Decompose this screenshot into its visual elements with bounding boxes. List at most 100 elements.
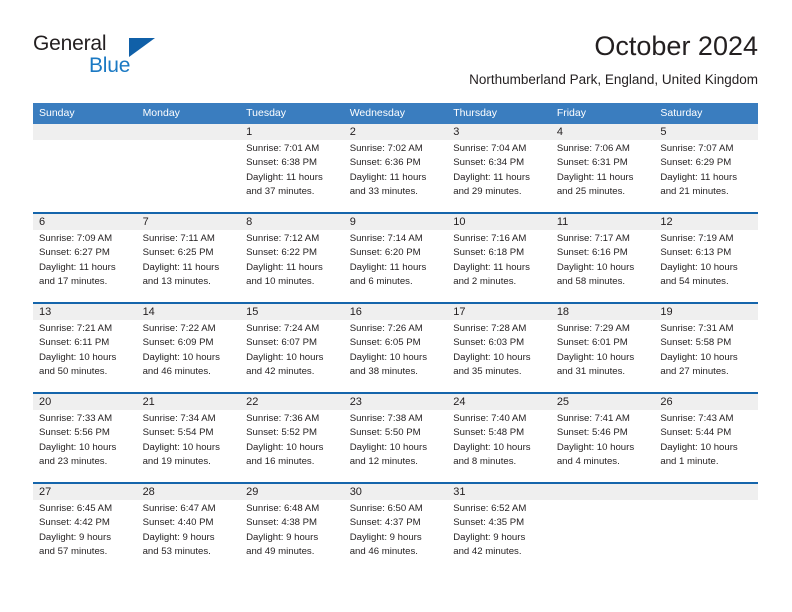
- day-cell-details[interactable]: Sunrise: 7:19 AM Sunset: 6:13 PM Daylight:…: [654, 230, 758, 302]
- day-detail-line: Sunrise: 6:50 AM: [349, 503, 423, 514]
- day-detail-line: Sunrise: 7:22 AM: [142, 323, 216, 334]
- day-number[interactable]: 7: [137, 214, 241, 230]
- day-cell-details[interactable]: Sunrise: 7:21 AM Sunset: 6:11 PM Daylight:…: [33, 320, 137, 392]
- day-cell-details[interactable]: Sunrise: 7:11 AM Sunset: 6:25 PM Daylight:…: [137, 230, 241, 302]
- day-detail-line: and 4 minutes.: [556, 456, 620, 468]
- day-cell-details[interactable]: Sunrise: 7:29 AM Sunset: 6:01 PM Daylight:…: [551, 320, 655, 392]
- day-number[interactable]: 8: [240, 214, 344, 230]
- day-number[interactable]: 25: [551, 394, 655, 410]
- day-number[interactable]: 24: [447, 394, 551, 410]
- day-number[interactable]: 26: [654, 394, 758, 410]
- day-cell-details[interactable]: Sunrise: 7:02 AM Sunset: 6:36 PM Daylight:…: [344, 140, 448, 212]
- day-number[interactable]: 17: [447, 304, 551, 320]
- day-cell-details[interactable]: Sunrise: 7:16 AM Sunset: 6:18 PM Daylight:…: [447, 230, 551, 302]
- day-number[interactable]: 19: [654, 304, 758, 320]
- day-number[interactable]: 10: [447, 214, 551, 230]
- day-cell-details[interactable]: Sunrise: 7:17 AM Sunset: 6:16 PM Daylight:…: [551, 230, 655, 302]
- calendar-week-row: 27 28 29 30 31 Sunrise: 6:45 AM Sunset: 4:42 P…: [33, 482, 758, 572]
- day-cell-details[interactable]: Sunrise: 7:04 AM Sunset: 6:34 PM Daylight:…: [447, 140, 551, 212]
- day-detail-line: Sunset: 5:56 PM: [39, 427, 110, 439]
- day-number[interactable]: 30: [344, 484, 448, 500]
- day-number[interactable]: 20: [33, 394, 137, 410]
- day-number[interactable]: 6: [33, 214, 137, 230]
- day-number[interactable]: 15: [240, 304, 344, 320]
- day-cell-details[interactable]: Sunrise: 7:34 AM Sunset: 5:54 PM Daylight:…: [137, 410, 241, 482]
- day-detail-line: Daylight: 11 hours: [142, 261, 220, 273]
- day-detail-line: Daylight: 11 hours: [246, 261, 323, 273]
- day-cell-details[interactable]: Sunrise: 7:28 AM Sunset: 6:03 PM Daylight:…: [447, 320, 551, 392]
- day-of-week-header: Thursday: [453, 107, 498, 119]
- day-detail-line: Sunrise: 7:34 AM: [142, 413, 216, 424]
- day-number[interactable]: 16: [344, 304, 448, 320]
- day-detail-line: Daylight: 11 hours: [39, 261, 116, 273]
- day-number[interactable]: 13: [33, 304, 137, 320]
- day-number[interactable]: 11: [551, 214, 655, 230]
- day-cell-details[interactable]: Sunrise: 6:48 AM Sunset: 4:38 PM Daylight:…: [240, 500, 344, 572]
- day-cell-details[interactable]: Sunrise: 6:45 AM Sunset: 4:42 PM Daylight:…: [33, 500, 137, 572]
- day-cell-details[interactable]: Sunrise: 7:33 AM Sunset: 5:56 PM Daylight:…: [33, 410, 137, 482]
- day-number[interactable]: 18: [551, 304, 655, 320]
- day-cell-details[interactable]: Sunrise: 7:41 AM Sunset: 5:46 PM Daylight:…: [551, 410, 655, 482]
- day-detail-line: Sunset: 6:18 PM: [453, 247, 525, 259]
- day-cell-details[interactable]: Sunrise: 6:52 AM Sunset: 4:35 PM Daylight:…: [447, 500, 551, 572]
- week-detail-band: Sunrise: 6:45 AM Sunset: 4:42 PM Daylight:…: [33, 500, 758, 572]
- day-detail-line: and 12 minutes.: [349, 456, 418, 468]
- page-subtitle-location: Northumberland Park, England, United Kin…: [469, 72, 758, 87]
- day-detail-line: Sunrise: 7:12 AM: [246, 233, 320, 244]
- day-cell-details[interactable]: Sunrise: 7:36 AM Sunset: 5:52 PM Daylight:…: [240, 410, 344, 482]
- logo-text-blue: Blue: [89, 54, 131, 77]
- day-number[interactable]: 9: [344, 214, 448, 230]
- day-cell-details[interactable]: Sunrise: 6:50 AM Sunset: 4:37 PM Daylight:…: [344, 500, 448, 572]
- day-number[interactable]: 22: [240, 394, 344, 410]
- day-cell-details[interactable]: Sunrise: 6:47 AM Sunset: 4:40 PM Daylight:…: [137, 500, 241, 572]
- day-detail-line: Daylight: 10 hours: [246, 441, 324, 453]
- day-detail-line: Daylight: 10 hours: [660, 261, 738, 273]
- day-detail-line: Sunset: 6:38 PM: [246, 157, 318, 169]
- day-number[interactable]: 12: [654, 214, 758, 230]
- day-cell-details[interactable]: Sunrise: 7:40 AM Sunset: 5:48 PM Daylight:…: [447, 410, 551, 482]
- day-detail-line: and 33 minutes.: [349, 186, 418, 198]
- day-number[interactable]: 2: [344, 124, 448, 140]
- day-cell-details[interactable]: Sunrise: 7:38 AM Sunset: 5:50 PM Daylight:…: [344, 410, 448, 482]
- day-cell-details[interactable]: Sunrise: 7:31 AM Sunset: 5:58 PM Daylight:…: [654, 320, 758, 392]
- day-cell-details[interactable]: Sunrise: 7:22 AM Sunset: 6:09 PM Daylight:…: [137, 320, 241, 392]
- day-detail-line: Sunset: 6:01 PM: [556, 337, 628, 349]
- day-detail-line: Sunrise: 7:41 AM: [556, 413, 630, 424]
- day-number[interactable]: 1: [240, 124, 344, 140]
- day-detail-line: Sunrise: 7:01 AM: [246, 143, 320, 154]
- day-number[interactable]: 28: [137, 484, 241, 500]
- calendar-grid: Sunday Monday Tuesday Wednesday Thursday Frid…: [33, 103, 758, 572]
- day-detail-line: Daylight: 10 hours: [349, 441, 428, 453]
- day-number[interactable]: 4: [551, 124, 655, 140]
- day-cell-details[interactable]: Sunrise: 7:12 AM Sunset: 6:22 PM Daylight:…: [240, 230, 344, 302]
- day-number[interactable]: 21: [137, 394, 241, 410]
- day-detail-line: and 19 minutes.: [142, 456, 211, 468]
- day-detail-line: Sunrise: 7:02 AM: [349, 143, 423, 154]
- day-detail-line: Daylight: 11 hours: [349, 261, 427, 273]
- day-number[interactable]: 31: [447, 484, 551, 500]
- day-detail-line: Sunrise: 7:11 AM: [142, 233, 215, 244]
- day-detail-line: and 35 minutes.: [453, 366, 522, 378]
- day-cell-details[interactable]: Sunrise: 7:26 AM Sunset: 6:05 PM Daylight:…: [344, 320, 448, 392]
- title-block: October 2024 Northumberland Park, Englan…: [469, 30, 758, 90]
- day-cell-details[interactable]: Sunrise: 7:14 AM Sunset: 6:20 PM Daylight:…: [344, 230, 448, 302]
- day-detail-line: Sunset: 6:34 PM: [453, 157, 525, 169]
- day-detail-line: and 1 minute.: [660, 456, 719, 468]
- day-number[interactable]: 27: [33, 484, 137, 500]
- day-cell-details[interactable]: Sunrise: 7:06 AM Sunset: 6:31 PM Daylight:…: [551, 140, 655, 212]
- day-cell-details[interactable]: Sunrise: 7:24 AM Sunset: 6:07 PM Daylight:…: [240, 320, 344, 392]
- day-number[interactable]: 29: [240, 484, 344, 500]
- day-of-week-header: Wednesday: [349, 107, 405, 119]
- day-detail-line: Daylight: 9 hours: [39, 531, 111, 543]
- calendar-week-row: 6 7 8 9 10 11 12 Sunrise: 7:09 AM Sunset: 6:27 P…: [33, 212, 758, 302]
- day-detail-line: Daylight: 10 hours: [142, 351, 220, 363]
- day-cell-details[interactable]: Sunrise: 7:09 AM Sunset: 6:27 PM Daylight:…: [33, 230, 137, 302]
- day-cell-details[interactable]: Sunrise: 7:43 AM Sunset: 5:44 PM Daylight:…: [654, 410, 758, 482]
- day-detail-line: Sunset: 6:27 PM: [39, 247, 110, 259]
- day-number[interactable]: 5: [654, 124, 758, 140]
- day-number[interactable]: 3: [447, 124, 551, 140]
- day-cell-details[interactable]: Sunrise: 7:01 AM Sunset: 6:38 PM Daylight:…: [240, 140, 344, 212]
- day-cell-details[interactable]: Sunrise: 7:07 AM Sunset: 6:29 PM Daylight:…: [654, 140, 758, 212]
- day-number[interactable]: 23: [344, 394, 448, 410]
- day-number[interactable]: 14: [137, 304, 241, 320]
